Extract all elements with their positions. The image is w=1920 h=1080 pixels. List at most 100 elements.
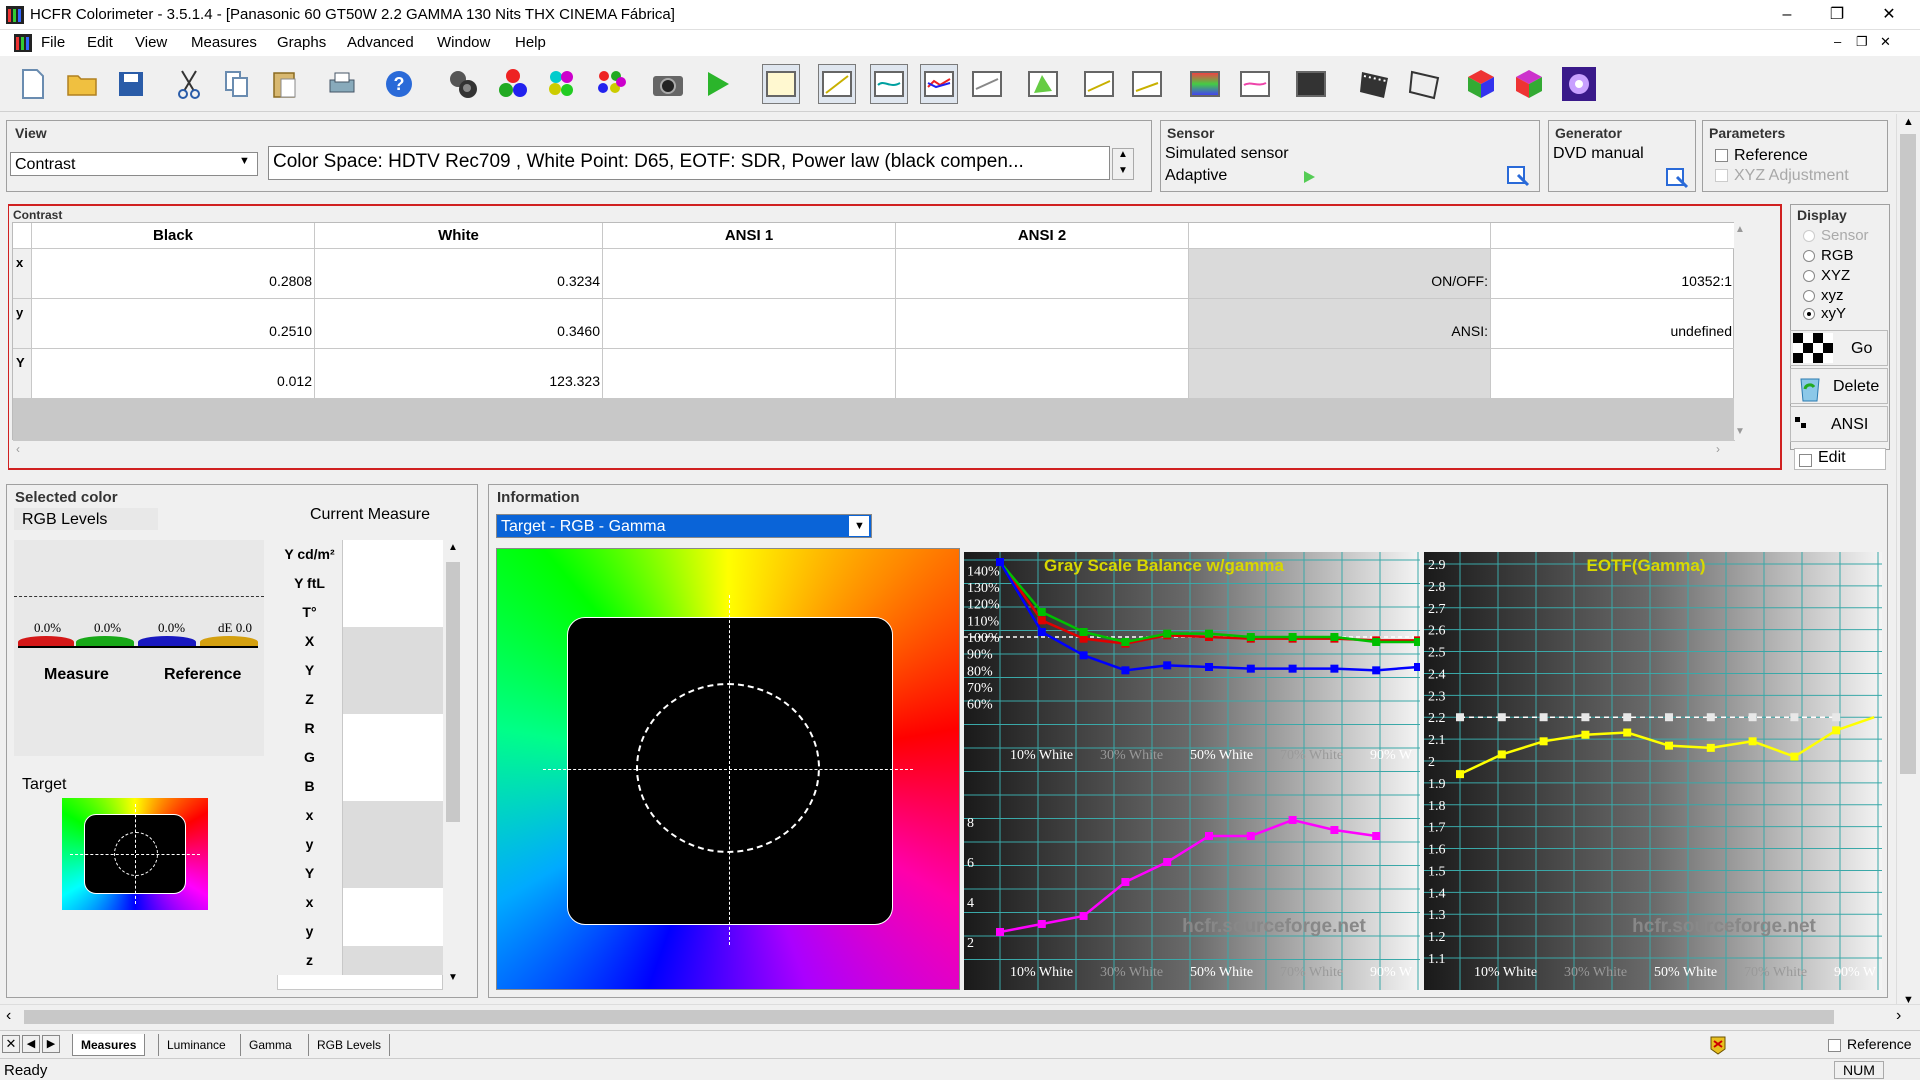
rgb-cube-alt-icon[interactable] bbox=[1510, 64, 1548, 104]
chevron-up-icon[interactable]: ▲ bbox=[1735, 224, 1745, 235]
cie-diagram-icon[interactable] bbox=[1024, 64, 1062, 104]
tab-gamma[interactable]: Gamma bbox=[240, 1034, 300, 1056]
delta-e-graph-icon[interactable] bbox=[1128, 64, 1166, 104]
column-header[interactable]: Black bbox=[32, 223, 315, 249]
measure-row-value[interactable] bbox=[343, 830, 443, 859]
mdi-close-button[interactable]: ✕ bbox=[1880, 34, 1891, 50]
color-temp-graph-icon[interactable] bbox=[968, 64, 1006, 104]
menu-view[interactable]: View bbox=[135, 34, 167, 51]
view-select[interactable]: Contrast ▼ bbox=[10, 152, 258, 176]
rgb-cube-icon[interactable] bbox=[1462, 64, 1500, 104]
chevron-down-icon[interactable]: ▼ bbox=[1735, 426, 1745, 437]
table-cell[interactable]: 0.2808 bbox=[32, 249, 315, 299]
table-cell[interactable]: 0.3460 bbox=[315, 299, 603, 349]
view-spinner[interactable]: ▲ ▼ bbox=[1112, 148, 1134, 180]
tab-close-button[interactable]: ✕ bbox=[2, 1035, 20, 1053]
display-radio-sensor[interactable]: Sensor bbox=[1803, 227, 1869, 244]
saturation-graph-icon[interactable] bbox=[1080, 64, 1118, 104]
display-radio-rgb[interactable]: RGB bbox=[1803, 247, 1854, 264]
tab-rgb-levels[interactable]: RGB Levels bbox=[308, 1034, 391, 1056]
film-strip-outline-icon[interactable] bbox=[1406, 64, 1444, 104]
menu-file[interactable]: File bbox=[41, 34, 65, 51]
delete-button[interactable]: Delete bbox=[1790, 368, 1888, 404]
measure-row-value[interactable] bbox=[343, 685, 443, 714]
new-document-icon[interactable] bbox=[14, 64, 52, 104]
table-cell[interactable] bbox=[603, 299, 896, 349]
table-cell[interactable]: 10352:1 bbox=[1491, 249, 1735, 299]
table-cell[interactable] bbox=[1491, 349, 1735, 399]
menu-advanced[interactable]: Advanced bbox=[347, 34, 414, 51]
scrollbar-thumb[interactable] bbox=[24, 1010, 1834, 1024]
mdi-minimize-button[interactable]: – bbox=[1834, 34, 1841, 49]
display-radio-xyz[interactable]: XYZ bbox=[1803, 267, 1850, 284]
menu-edit[interactable]: Edit bbox=[87, 34, 113, 51]
mdi-restore-button[interactable]: ❐ bbox=[1856, 34, 1868, 50]
open-folder-icon[interactable] bbox=[63, 64, 101, 104]
edit-checkbox[interactable]: Edit bbox=[1794, 448, 1886, 470]
measure-row-value[interactable] bbox=[343, 772, 443, 801]
table-cell[interactable] bbox=[603, 249, 896, 299]
measure-row-value[interactable] bbox=[343, 656, 443, 685]
chevron-left-icon[interactable]: ‹ bbox=[16, 442, 20, 456]
rgb-levels-graph-icon[interactable] bbox=[920, 64, 958, 104]
table-cell[interactable] bbox=[896, 349, 1189, 399]
table-cell[interactable]: 0.012 bbox=[32, 349, 315, 399]
table-cell[interactable]: 0.3234 bbox=[315, 249, 603, 299]
tab-measures[interactable]: Measures bbox=[72, 1034, 146, 1056]
measure-all-colors-icon[interactable] bbox=[592, 64, 630, 104]
reference-status-checkbox[interactable]: Reference bbox=[1828, 1036, 1912, 1052]
vertical-scrollbar[interactable]: ▲ ▼ bbox=[1896, 114, 1918, 1014]
generator-config-icon[interactable] bbox=[1665, 167, 1689, 189]
measure-secondaries-icon[interactable] bbox=[542, 64, 580, 104]
chevron-right-icon[interactable]: › bbox=[1716, 442, 1720, 456]
minimize-button[interactable]: – bbox=[1764, 0, 1810, 30]
measure-row-value[interactable] bbox=[343, 917, 443, 946]
horizontal-scrollbar[interactable]: ‹ › bbox=[0, 1004, 1920, 1028]
measure-row-value[interactable] bbox=[343, 801, 443, 830]
camera-icon[interactable] bbox=[649, 64, 687, 104]
column-header[interactable]: ANSI 2 bbox=[896, 223, 1189, 249]
pink-graph-icon[interactable] bbox=[1236, 64, 1274, 104]
play-icon[interactable] bbox=[1301, 169, 1317, 185]
menu-measures[interactable]: Measures bbox=[191, 34, 257, 51]
sensor-config-icon[interactable] bbox=[1506, 165, 1530, 187]
help-icon[interactable]: ? bbox=[380, 64, 418, 104]
rgb-histogram-icon[interactable] bbox=[1186, 64, 1224, 104]
measure-row-value[interactable] bbox=[343, 946, 443, 975]
save-icon[interactable] bbox=[112, 64, 150, 104]
menu-graphs[interactable]: Graphs bbox=[277, 34, 326, 51]
xyz-adjustment-checkbox[interactable]: XYZ Adjustment bbox=[1715, 167, 1849, 185]
chevron-up-icon[interactable]: ▲ bbox=[448, 542, 458, 553]
reference-checkbox[interactable]: Reference bbox=[1715, 147, 1808, 165]
chevron-left-icon[interactable]: ‹ bbox=[6, 1007, 11, 1025]
column-header[interactable] bbox=[1491, 223, 1735, 249]
table-cell[interactable]: 123.323 bbox=[315, 349, 603, 399]
close-button[interactable]: ✕ bbox=[1866, 0, 1912, 30]
print-icon[interactable] bbox=[323, 64, 361, 104]
go-button[interactable]: Go bbox=[1790, 330, 1888, 366]
table-cell[interactable] bbox=[896, 299, 1189, 349]
menu-help[interactable]: Help bbox=[515, 34, 546, 51]
table-cell[interactable]: 0.2510 bbox=[32, 299, 315, 349]
display-radio-xyy[interactable]: xyY bbox=[1803, 305, 1846, 322]
column-header[interactable]: White bbox=[315, 223, 603, 249]
measure-row-value[interactable] bbox=[343, 540, 443, 569]
sensor-probe-icon[interactable] bbox=[444, 64, 482, 104]
tab-scroll-left-button[interactable]: ◀ bbox=[22, 1035, 40, 1053]
measure-row-value[interactable] bbox=[343, 714, 443, 743]
ansi-button[interactable]: ANSI bbox=[1790, 406, 1888, 442]
luminance-graph-icon[interactable] bbox=[818, 64, 856, 104]
monitor-dark-icon[interactable] bbox=[1292, 64, 1330, 104]
measure-view-icon[interactable] bbox=[762, 64, 800, 104]
cut-icon[interactable] bbox=[170, 64, 208, 104]
column-header[interactable] bbox=[1189, 223, 1491, 249]
measure-row-value[interactable] bbox=[343, 743, 443, 772]
information-select[interactable]: Target - RGB - Gamma ▼ bbox=[496, 514, 872, 538]
chevron-down-icon[interactable]: ▼ bbox=[448, 972, 458, 983]
table-cell[interactable]: undefined bbox=[1491, 299, 1735, 349]
measure-row-value[interactable] bbox=[343, 859, 443, 888]
paste-icon[interactable] bbox=[266, 64, 304, 104]
copy-icon[interactable] bbox=[218, 64, 256, 104]
tab-scroll-right-button[interactable]: ▶ bbox=[42, 1035, 60, 1053]
gamma-graph-icon[interactable] bbox=[870, 64, 908, 104]
